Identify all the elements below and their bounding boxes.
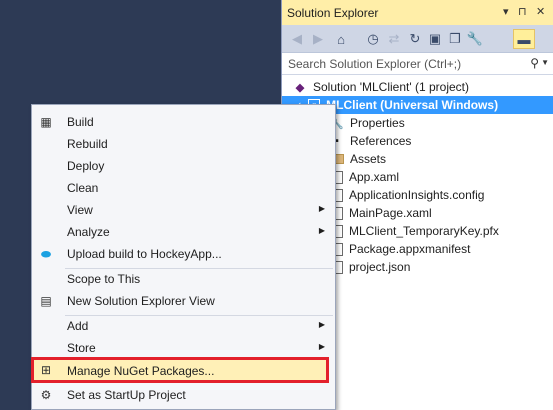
window-position-dropdown-icon[interactable]: ▾ (503, 5, 509, 18)
menu-item-add[interactable]: Add ▶ (32, 315, 335, 337)
search-icon[interactable]: ⚲ (530, 56, 539, 70)
tree-item-label: MLClient (Universal Windows) (326, 98, 499, 112)
hockeyapp-icon: ⬬ (40, 246, 52, 261)
submenu-arrow-icon: ▶ (318, 342, 325, 351)
solution-explorer-toolbar: ◀ ▶ ⌂ ◷ ⇄ ↻ ▣ ❐ 🔧 ▬ (282, 25, 553, 53)
menu-item-manage-nuget-packages[interactable]: ⊞ Manage NuGet Packages... (31, 357, 329, 383)
menu-item-build[interactable]: ▦ Build (32, 111, 335, 133)
tree-item-label: Solution 'MLClient' (1 project) (313, 80, 469, 94)
refresh-icon[interactable]: ↻ (406, 29, 424, 49)
search-options-dropdown-icon[interactable]: ▼ (541, 58, 549, 67)
sync-icon[interactable]: ⇄ (385, 29, 403, 49)
project-context-menu: ▦ Build Rebuild Deploy Clean View ▶ Anal… (31, 104, 336, 410)
menu-item-rebuild[interactable]: Rebuild (32, 133, 335, 155)
tree-item-label: MLClient_TemporaryKey.pfx (349, 224, 499, 238)
gear-icon: ⚙ (40, 388, 52, 402)
search-input[interactable]: Search Solution Explorer (Ctrl+;) (288, 57, 461, 71)
close-icon[interactable]: ✕ (536, 5, 545, 18)
solution-icon: ◆ (295, 81, 305, 94)
nuget-icon: ⊞ (40, 363, 52, 377)
solution-explorer-search[interactable]: Search Solution Explorer (Ctrl+;) ⚲ ▼ (282, 53, 553, 75)
submenu-arrow-icon: ▶ (318, 320, 325, 329)
forward-icon[interactable]: ▶ (309, 29, 327, 49)
tree-item-label: Package.appxmanifest (349, 242, 471, 256)
menu-item-upload-hockeyapp[interactable]: ⬬ Upload build to HockeyApp... (32, 243, 335, 265)
properties-wrench-icon[interactable]: 🔧 (466, 29, 484, 49)
menu-item-clean[interactable]: Clean (32, 177, 335, 199)
back-icon[interactable]: ◀ (288, 29, 306, 49)
menu-item-set-as-startup-project[interactable]: ⚙ Set as StartUp Project (32, 384, 335, 406)
tree-item-solution[interactable]: ◆ Solution 'MLClient' (1 project) (282, 78, 553, 96)
solution-explorer-title: Solution Explorer (287, 6, 379, 20)
tree-item-label: Properties (350, 116, 405, 130)
new-view-icon: ▤ (40, 294, 52, 308)
tree-item-label: Assets (350, 152, 387, 166)
tree-item-label: MainPage.xaml (349, 206, 432, 220)
pending-changes-filter-icon[interactable]: ◷ (364, 29, 382, 49)
collapse-all-icon[interactable]: ▣ (426, 29, 444, 49)
menu-item-analyze[interactable]: Analyze ▶ (32, 221, 335, 243)
menu-item-deploy[interactable]: Deploy (32, 155, 335, 177)
pin-icon[interactable]: ⊓ (518, 5, 527, 18)
menu-item-scope-to-this[interactable]: Scope to This (32, 268, 335, 290)
preview-selected-items-icon[interactable]: ▬ (513, 29, 535, 49)
build-icon: ▦ (40, 115, 52, 129)
home-icon[interactable]: ⌂ (332, 29, 350, 49)
submenu-arrow-icon: ▶ (318, 204, 325, 213)
tree-item-label: App.xaml (349, 170, 400, 184)
submenu-arrow-icon: ▶ (318, 226, 325, 235)
tree-item-label: ApplicationInsights.config (349, 188, 485, 202)
solution-explorer-title-bar: Solution Explorer ▾ ⊓ ✕ (282, 0, 553, 25)
menu-item-store[interactable]: Store ▶ (32, 337, 335, 359)
menu-item-view[interactable]: View ▶ (32, 199, 335, 221)
tree-item-label: project.json (349, 260, 411, 274)
show-all-files-icon[interactable]: ❐ (446, 29, 464, 49)
menu-item-new-solution-explorer-view[interactable]: ▤ New Solution Explorer View (32, 290, 335, 312)
tree-item-label: References (350, 134, 412, 148)
